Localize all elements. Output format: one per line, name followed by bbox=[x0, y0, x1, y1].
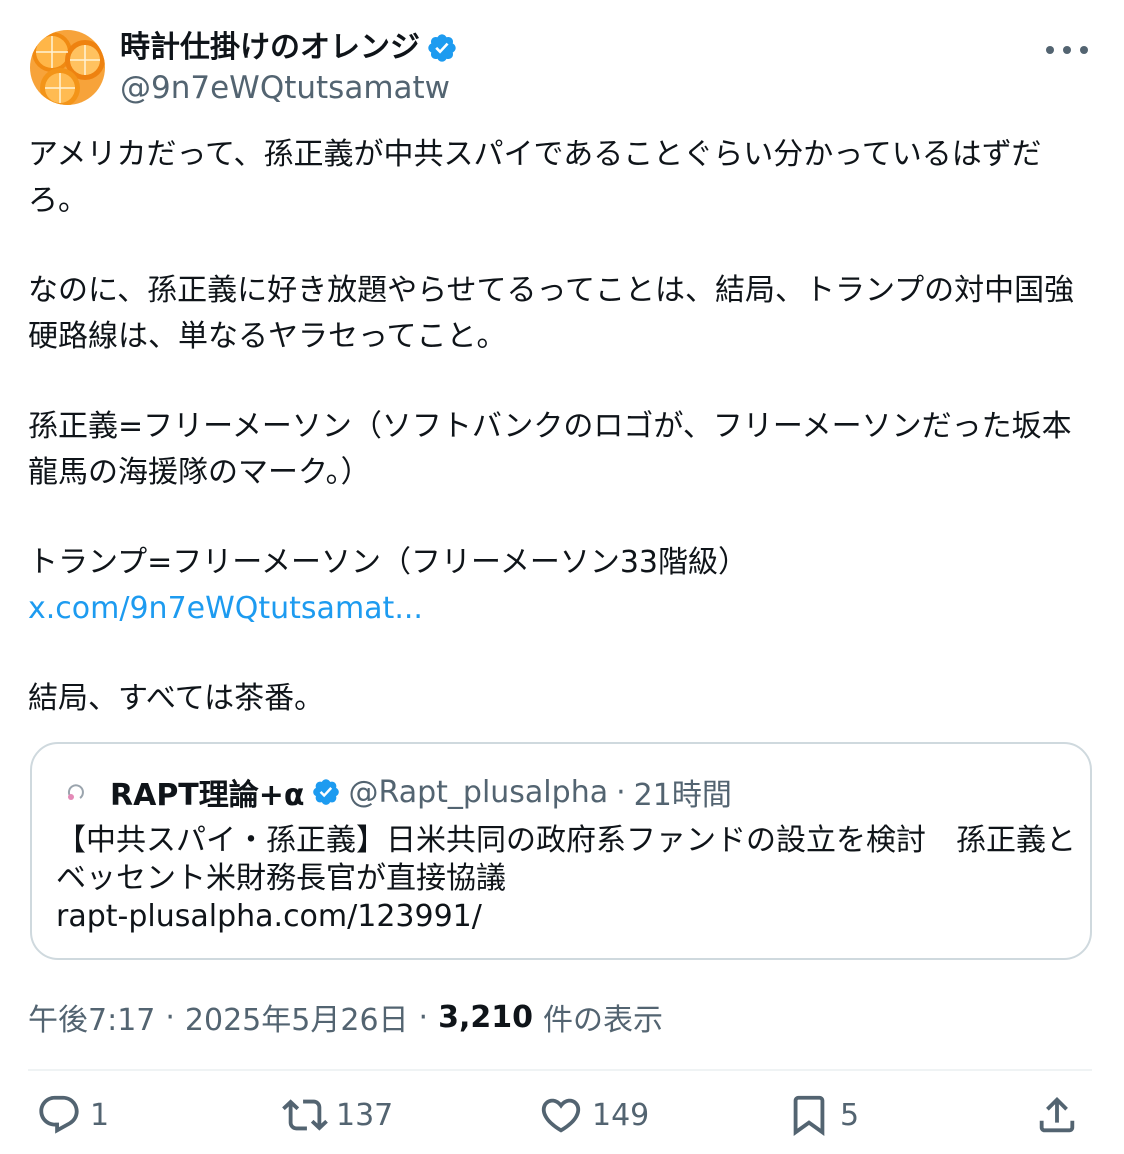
quoted-post-time: 21時間 bbox=[633, 778, 732, 813]
bookmark-button[interactable]: 5 bbox=[786, 1090, 859, 1140]
quoted-post-link: rapt-plusalpha.com/123991/ bbox=[56, 899, 482, 934]
quoted-author-handle: @Rapt_plusalpha bbox=[348, 774, 609, 810]
like-button[interactable]: 149 bbox=[538, 1090, 649, 1140]
author-name[interactable]: 時計仕掛けのオレンジ bbox=[120, 28, 458, 68]
views-label: 件の表示 bbox=[542, 1003, 663, 1038]
reply-count: 1 bbox=[90, 1097, 110, 1133]
tweet: 時計仕掛けのオレンジ @9n7eWQtutsamatw アメリカだって、孫正義が… bbox=[0, 0, 1124, 1154]
reply-icon bbox=[39, 1095, 79, 1134]
verified-badge-icon bbox=[428, 34, 456, 62]
post-paragraph: アメリカだって、孫正義が中共スパイであることぐらい分かっているはずだろ。 bbox=[28, 137, 1042, 218]
heart-icon bbox=[541, 1098, 581, 1133]
like-count: 149 bbox=[592, 1097, 650, 1133]
quoted-post-body: 【中共スパイ・孫正義】日米共同の政府系ファンドの設立を検討 孫正義とベッセント米… bbox=[56, 822, 1076, 936]
post-paragraph: 孫正義=フリーメーソン（ソフトバンクのロゴが、フリーメーソンだった坂本龍馬の海援… bbox=[28, 409, 1072, 490]
bookmark-icon bbox=[793, 1095, 825, 1136]
author-handle[interactable]: @9n7eWQtutsamatw bbox=[120, 68, 450, 108]
post-paragraph: なのに、孫正義に好き放題やらせてるってことは、結局、トランプの対中国強硬路線は、… bbox=[28, 273, 1075, 354]
post-text: アメリカだって、孫正義が中共スパイであることぐらい分かっているはずだろ。 なのに… bbox=[28, 132, 1098, 722]
repost-count: 137 bbox=[336, 1097, 394, 1133]
repost-button[interactable]: 137 bbox=[282, 1090, 393, 1140]
separator: · bbox=[616, 774, 626, 810]
separator: · bbox=[165, 999, 175, 1035]
post-paragraph: トランプ=フリーメーソン（フリーメーソン33階級） bbox=[28, 545, 749, 580]
author-name-text[interactable]: 時計仕掛けのオレンジ bbox=[120, 28, 420, 68]
post-link[interactable]: x.com/9n7eWQtutsamat... bbox=[28, 586, 1098, 632]
share-button[interactable] bbox=[1034, 1090, 1080, 1140]
views-count: 3,210 bbox=[438, 999, 533, 1035]
quoted-post-header: RAPT理論+α @Rapt_plusalpha · 21時間 bbox=[62, 772, 732, 813]
post-time[interactable]: 午後7:17 bbox=[28, 995, 155, 1039]
share-icon bbox=[1039, 1096, 1075, 1133]
quoted-post[interactable]: RAPT理論+α @Rapt_plusalpha · 21時間 【中共スパイ・孫… bbox=[30, 742, 1092, 960]
post-date[interactable]: 2025年5月26日 bbox=[185, 995, 409, 1039]
reply-button[interactable]: 1 bbox=[36, 1090, 109, 1140]
more-options-icon[interactable] bbox=[1046, 32, 1088, 68]
bookmark-count: 5 bbox=[840, 1097, 860, 1133]
divider bbox=[28, 1069, 1092, 1071]
author-avatar[interactable] bbox=[30, 30, 105, 105]
action-bar: 1 137 149 5 bbox=[0, 1090, 1124, 1140]
post-paragraph: 結局、すべては茶番。 bbox=[28, 681, 325, 716]
quoted-author-name: RAPT理論+α bbox=[110, 778, 305, 813]
repost-icon bbox=[282, 1099, 328, 1131]
post-meta: 午後7:17 · 2025年5月26日 · 3,210 件の表示 bbox=[28, 995, 663, 1039]
separator: · bbox=[418, 999, 429, 1035]
quoted-post-text: 【中共スパイ・孫正義】日米共同の政府系ファンドの設立を検討 孫正義とベッセント米… bbox=[56, 823, 1076, 896]
verified-badge-icon bbox=[312, 779, 339, 805]
quoted-author-avatar bbox=[63, 779, 89, 805]
